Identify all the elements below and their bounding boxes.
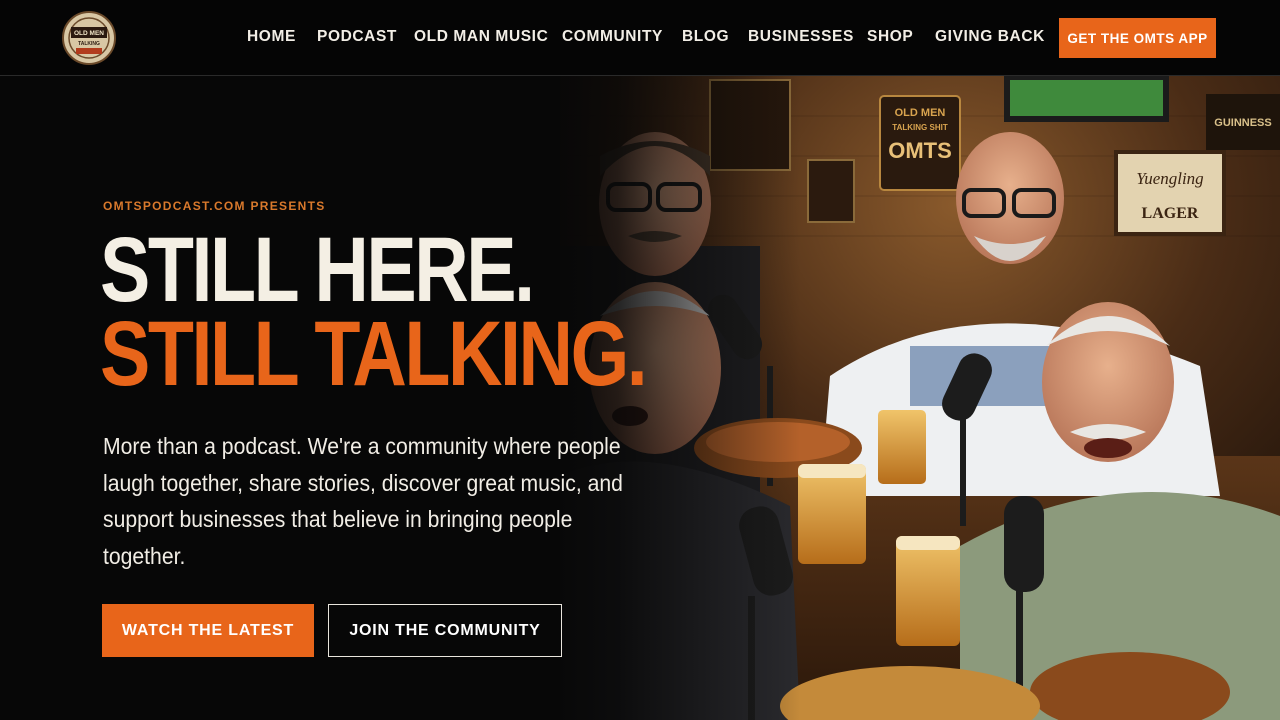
sign-lager: LAGER <box>1142 205 1199 222</box>
hero-description: More than a podcast. We're a community w… <box>103 433 623 569</box>
get-app-button[interactable]: GET THE OMTS APP <box>1059 18 1216 58</box>
sign-talking: TALKING SHIT <box>892 123 948 132</box>
nav-old-man-music[interactable]: OLD MAN MUSIC <box>414 28 548 46</box>
headline-line-1: STILL HERE. <box>100 219 535 321</box>
nav-community[interactable]: COMMUNITY <box>562 28 663 46</box>
site-header: OLD MEN TALKING HOME PODCAST OLD MAN MUS… <box>0 0 1280 76</box>
sign-omts: OMTS <box>888 138 952 163</box>
watch-latest-button[interactable]: WATCH THE LATEST <box>102 604 314 657</box>
nav-businesses[interactable]: BUSINESSES <box>748 28 854 46</box>
sign-guinness: GUINNESS <box>1214 117 1271 129</box>
nav-giving-back[interactable]: GIVING BACK <box>935 28 1045 46</box>
join-community-button[interactable]: JOIN THE COMMUNITY <box>328 604 562 657</box>
nav-podcast[interactable]: PODCAST <box>317 28 397 46</box>
nav-blog[interactable]: BLOG <box>682 28 729 46</box>
hero-headline: STILL HERE. STILL TALKING. <box>100 219 648 405</box>
sign-yuengling: Yuengling <box>1136 169 1203 188</box>
nav-home[interactable]: HOME <box>247 28 296 46</box>
sign-old-men: OLD MEN <box>895 107 946 119</box>
headline-line-2: STILL TALKING. <box>100 303 648 405</box>
hero-eyebrow: OMTSPODCAST.COM PRESENTS <box>103 199 326 213</box>
nav-shop[interactable]: SHOP <box>867 28 913 46</box>
